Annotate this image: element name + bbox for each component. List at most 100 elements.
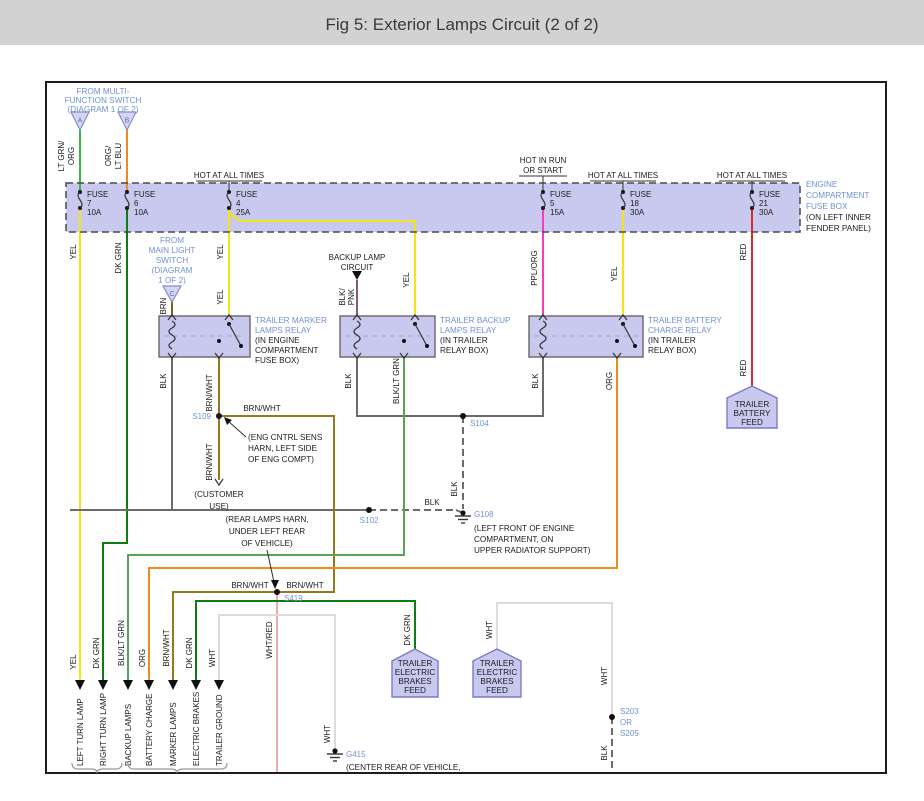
relay2-loc-2: RELAY BOX): [440, 346, 489, 355]
hot-label-fuse5-1: HOT IN RUN: [520, 156, 567, 165]
lbl-blkltgrn-term: BLK/LT GRN: [117, 620, 126, 666]
mfs-line2: FUNCTION SWITCH: [65, 96, 142, 105]
lbl-blk-s102: BLK: [424, 498, 440, 507]
relay-trailer-battery-charge: [528, 314, 644, 359]
lbl-blkltgrn-r2: BLK/LT GRN: [392, 358, 401, 404]
backup-circuit-2: CIRCUIT: [341, 263, 374, 272]
note-g108-1: (LEFT FRONT OF ENGINE: [474, 524, 575, 533]
mls-line2: MAIN LIGHT: [149, 246, 196, 255]
fuse5-number: 5: [550, 199, 555, 208]
splice-s109-dot: [216, 413, 222, 419]
connector-a-icon: A: [70, 111, 90, 132]
splice-s104-label: S104: [470, 419, 489, 428]
fuse6-amps: 10A: [134, 208, 149, 217]
splice-s203-label-1: S203: [620, 707, 639, 716]
lbl-org-r3: ORG: [605, 372, 614, 390]
note-g108-3: UPPER RADIATOR SUPPORT): [474, 546, 591, 555]
relay3-name-1: TRAILER BATTERY: [648, 316, 722, 325]
lbl-whtred: WHT/RED: [265, 621, 274, 659]
fuse7-amps: 10A: [87, 208, 102, 217]
fuse18-amps: 30A: [630, 208, 645, 217]
connector-b-letter: B: [125, 118, 130, 125]
terminal-left-turn-lamp: LEFT TURN LAMP: [76, 698, 85, 766]
lbl-yel-f18: YEL: [610, 266, 619, 282]
wire-dk-grn-right-turn: [102, 208, 128, 680]
hot-label-fuse18: HOT AT ALL TIMES: [588, 171, 658, 180]
lbl-yel-term: YEL: [69, 654, 78, 670]
note-engcntrl-1: (ENG CNTRL SENS: [248, 433, 323, 442]
lbl-dkgrn-term: DK GRN: [92, 637, 101, 668]
terminal-trailer-ground: TRAILER GROUND: [215, 694, 224, 766]
splice-s419-label: S419: [284, 594, 303, 603]
splice-s102-label: S102: [360, 516, 379, 525]
wire-label-lt-grn-2: ORG: [67, 147, 76, 165]
relay1-loc-1: (IN ENGINE: [255, 336, 300, 345]
splice-s104-dot: [460, 413, 466, 419]
fuse7-word: FUSE: [87, 190, 108, 199]
relay2-loc-1: (IN TRAILER: [440, 336, 488, 345]
fuse21-number: 21: [759, 199, 768, 208]
lbl-wht-feed: WHT: [485, 621, 494, 639]
connector-a-letter: A: [78, 118, 83, 125]
relay2-name-2: LAMPS RELAY: [440, 326, 497, 335]
note-engcntrl-pointer: [227, 420, 247, 438]
mls-line4: (DIAGRAM: [152, 266, 193, 275]
lbl-brnwht-s419r: BRN/WHT: [286, 581, 323, 590]
fuse4-number: 4: [236, 199, 241, 208]
lbl-blk-r3: BLK: [531, 373, 540, 389]
lbl-yel-f4a: YEL: [216, 244, 225, 260]
terminal-battery-charge: BATTERY CHARGE: [145, 694, 154, 766]
pentagon-trailer-battery-feed: TRAILER BATTERY FEED: [726, 385, 778, 429]
mfs-line1: FROM MULTI-: [76, 87, 129, 96]
lbl-yel-f7: YEL: [69, 244, 78, 260]
note-rearlamps-arrowhead: [271, 580, 279, 589]
lbl-dkgrn-term2: DK GRN: [185, 637, 194, 668]
terminal-arrows: [75, 680, 224, 690]
fuse6-number: 6: [134, 199, 139, 208]
ground-g415-label: G415: [346, 750, 366, 759]
pentagon-trailer-electric-brakes-feed-2: TRAILER ELECTRIC BRAKES FEED: [472, 648, 522, 698]
splice-s203-dot: [609, 714, 615, 720]
mls-line3: SWITCH: [156, 256, 188, 265]
relay1-name-1: TRAILER MARKER: [255, 316, 327, 325]
splice-s203-label-3: S205: [620, 729, 639, 738]
lbl-blk-s104: BLK: [450, 481, 459, 497]
brakes-feed2-line1: TRAILER: [480, 659, 515, 668]
wire-blk-relay2: [356, 357, 463, 417]
note-engcntrl-2: HARN, LEFT SIDE: [248, 444, 318, 453]
relay-trailer-marker: [158, 314, 251, 359]
lbl-brnwht-term: BRN/WHT: [162, 629, 171, 666]
note-customer-1: (CUSTOMER: [194, 490, 244, 499]
battery-feed-line1: TRAILER: [735, 400, 770, 409]
wire-label-org-blu-2: LT BLU: [114, 143, 123, 170]
connector-c-letter: C: [169, 291, 174, 298]
engine-fuse-box: [66, 183, 800, 232]
note-rearlamps-3: OF VEHICLE): [241, 539, 293, 548]
lbl-brnwht-s109: BRN/WHT: [243, 404, 280, 413]
fusebox-name-5: FENDER PANEL): [806, 224, 871, 233]
mls-line1: FROM: [160, 236, 184, 245]
lbl-brn: BRN: [159, 297, 168, 314]
lbl-dkgrn-f6: DK GRN: [114, 242, 123, 273]
wiring-diagram-page: Fig 5: Exterior Lamps Circuit (2 of 2) A…: [0, 0, 924, 801]
lbl-blk-s203: BLK: [600, 745, 609, 761]
hot-label-fuse4: HOT AT ALL TIMES: [194, 171, 264, 180]
arrow-left-turn-lamp: [75, 680, 85, 690]
terminal-marker-lamps: MARKER LAMPS: [169, 702, 178, 766]
relay3-loc-2: RELAY BOX): [648, 346, 697, 355]
arrow-marker-lamps: [168, 680, 178, 690]
arrow-backup-lamps: [123, 680, 133, 690]
splice-s203-label-2: OR: [620, 718, 632, 727]
hot-label-fuse5-2: OR START: [523, 166, 563, 175]
fuse5-word: FUSE: [550, 190, 571, 199]
terminal-backup-lamps: BACKUP LAMPS: [124, 704, 133, 766]
brakes-feed2-line3: BRAKES: [480, 677, 514, 686]
battery-feed-line2: BATTERY: [733, 409, 771, 418]
lbl-pplorg: PPL/ORG: [530, 250, 539, 286]
arrow-battery-charge: [144, 680, 154, 690]
relay3-name-2: CHARGE RELAY: [648, 326, 712, 335]
ground-g108-label: G108: [474, 510, 494, 519]
fuse21-amps: 30A: [759, 208, 774, 217]
fuse18-word: FUSE: [630, 190, 651, 199]
splice-s419-dot: [274, 589, 280, 595]
